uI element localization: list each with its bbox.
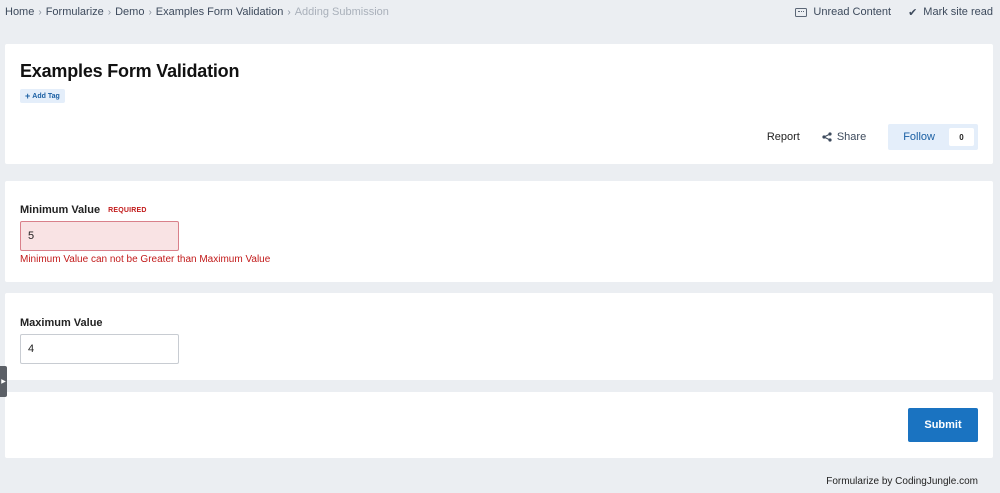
chevron-right-icon: ▶ (1, 378, 6, 385)
breadcrumb-separator: › (148, 6, 152, 18)
mark-site-read-link[interactable]: ✔ Mark site read (908, 6, 993, 19)
report-link[interactable]: Report (767, 131, 800, 143)
side-drawer-handle[interactable]: ▶ (0, 366, 7, 397)
submit-card: Submit (5, 392, 993, 458)
breadcrumb: Home › Formularize › Demo › Examples For… (5, 6, 389, 18)
add-tag-button[interactable]: + Add Tag (20, 89, 65, 103)
mark-site-read-label: Mark site read (923, 6, 993, 18)
unread-content-label: Unread Content (813, 6, 892, 18)
breadcrumb-examples-form-validation[interactable]: Examples Form Validation (156, 6, 284, 18)
header-actions: Report Share Follow 0 (767, 124, 978, 150)
required-badge: REQUIRED (108, 207, 147, 214)
maximum-value-label: Maximum Value (20, 317, 103, 329)
minimum-value-error: Minimum Value can not be Greater than Ma… (20, 254, 271, 265)
breadcrumb-separator: › (38, 6, 42, 18)
submit-button[interactable]: Submit (908, 408, 978, 442)
page-title: Examples Form Validation (20, 61, 240, 81)
minimum-value-card: Minimum Value REQUIRED Minimum Value can … (5, 181, 993, 282)
minimum-value-input[interactable] (20, 221, 179, 251)
breadcrumb-current: Adding Submission (294, 6, 389, 18)
plus-icon: + (25, 90, 31, 101)
maximum-value-card: Maximum Value (5, 293, 993, 380)
breadcrumb-separator: › (287, 6, 291, 18)
share-icon (822, 132, 832, 142)
check-icon: ✔ (908, 6, 918, 19)
breadcrumb-separator: › (107, 6, 112, 18)
follow-label: Follow (903, 131, 935, 143)
minimum-value-label-row: Minimum Value REQUIRED (20, 204, 147, 216)
follow-button[interactable]: Follow 0 (888, 124, 978, 150)
share-label: Share (836, 131, 867, 143)
page-header-card: Examples Form Validation + Add Tag Repor… (5, 44, 993, 164)
unread-content-link[interactable]: Unread Content (795, 6, 891, 18)
minimum-value-label: Minimum Value (20, 204, 101, 216)
breadcrumb-demo[interactable]: Demo (115, 6, 144, 18)
footer-credit: Formularize by CodingJungle.com (826, 476, 978, 487)
breadcrumb-formularize[interactable]: Formularize (46, 6, 104, 18)
maximum-value-input[interactable] (20, 334, 179, 364)
top-actions: Unread Content ✔ Mark site read (795, 6, 993, 19)
top-bar: Home › Formularize › Demo › Examples For… (0, 0, 1000, 24)
follow-count-badge: 0 (949, 128, 974, 146)
keyboard-icon (795, 7, 808, 17)
share-link[interactable]: Share (822, 131, 866, 143)
breadcrumb-home[interactable]: Home (5, 6, 34, 18)
add-tag-label: Add Tag (32, 92, 60, 100)
